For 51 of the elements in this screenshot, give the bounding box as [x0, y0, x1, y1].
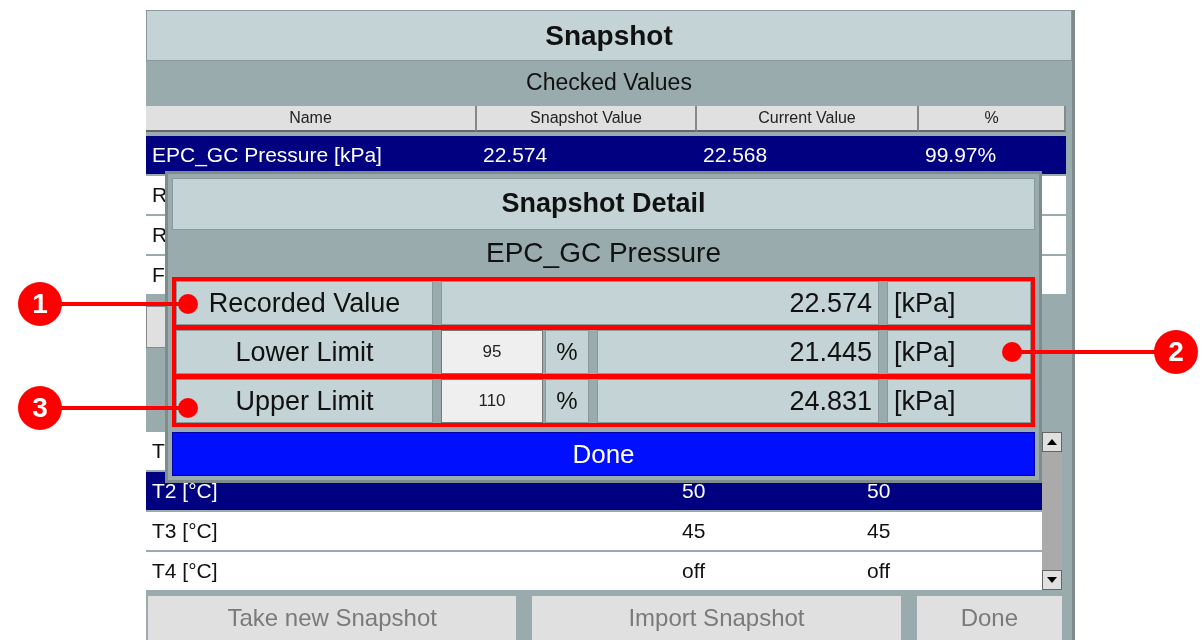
table-cell: 22.574 [483, 143, 548, 168]
table-cell: R [152, 183, 168, 208]
callout-badge: 1 [18, 282, 62, 326]
table-row[interactable]: T3 [°C] 45 45 [146, 512, 1042, 550]
field-label: Recorded Value [176, 281, 433, 326]
value-field: 24.831 [597, 379, 879, 424]
column-header[interactable]: % [919, 106, 1066, 133]
unit-label: [kPa] [887, 379, 1031, 424]
table-cell: EPC_GC Pressure [kPa] [152, 143, 382, 168]
scrollbar[interactable] [1042, 432, 1062, 590]
field-label: Lower Limit [176, 330, 433, 375]
dialog-subtitle: EPC_GC Pressure [485, 236, 722, 271]
field-label: Upper Limit [176, 379, 433, 424]
value-field: 21.445 [597, 330, 879, 375]
percent-label: % [545, 379, 589, 424]
table-cell: 50 [682, 479, 706, 503]
percent-label: % [545, 330, 589, 375]
table-cell: off [867, 559, 890, 583]
down-arrow-icon [1047, 577, 1057, 583]
done-button[interactable]: Done [172, 432, 1035, 476]
table-cell: R [152, 223, 168, 248]
scroll-up-button[interactable] [1042, 432, 1062, 452]
table-cell: T3 [°C] [152, 519, 218, 543]
scroll-down-button[interactable] [1042, 570, 1062, 590]
table-cell: T2 [°C] [152, 479, 218, 503]
table-cell: F [152, 263, 165, 288]
table-cell: 50 [867, 479, 891, 503]
table-cell: T [152, 439, 165, 463]
table-row[interactable]: EPC_GC Pressure [kPa] 22.574 22.568 99.97% [146, 136, 1066, 175]
table-row[interactable]: T4 [°C] off off [146, 552, 1042, 590]
dialog-title: Snapshot Detail [172, 178, 1035, 230]
value-field: 22.574 [441, 281, 879, 326]
table-cell: 22.568 [703, 143, 768, 168]
column-header[interactable]: Snapshot Value [477, 106, 697, 133]
table-cell: T4 [°C] [152, 559, 218, 583]
section-title: Checked Values [525, 68, 693, 98]
percent-input[interactable]: 110 [441, 379, 543, 424]
table-cell: off [682, 559, 705, 583]
percent-input[interactable]: 95 [441, 330, 543, 375]
callout-badge: 3 [18, 386, 62, 430]
up-arrow-icon [1047, 439, 1057, 445]
table-cell: 45 [682, 519, 706, 543]
table-cell: 99.97% [925, 143, 997, 168]
unit-label: [kPa] [887, 330, 1031, 375]
column-header[interactable]: Current Value [697, 106, 919, 133]
callout-badge: 2 [1154, 330, 1198, 374]
table-cell: 45 [867, 519, 891, 543]
column-header[interactable]: Name [146, 106, 477, 133]
unit-label: [kPa] [887, 281, 1031, 326]
window-title: Snapshot [146, 10, 1072, 62]
covered-button[interactable] [146, 306, 168, 349]
